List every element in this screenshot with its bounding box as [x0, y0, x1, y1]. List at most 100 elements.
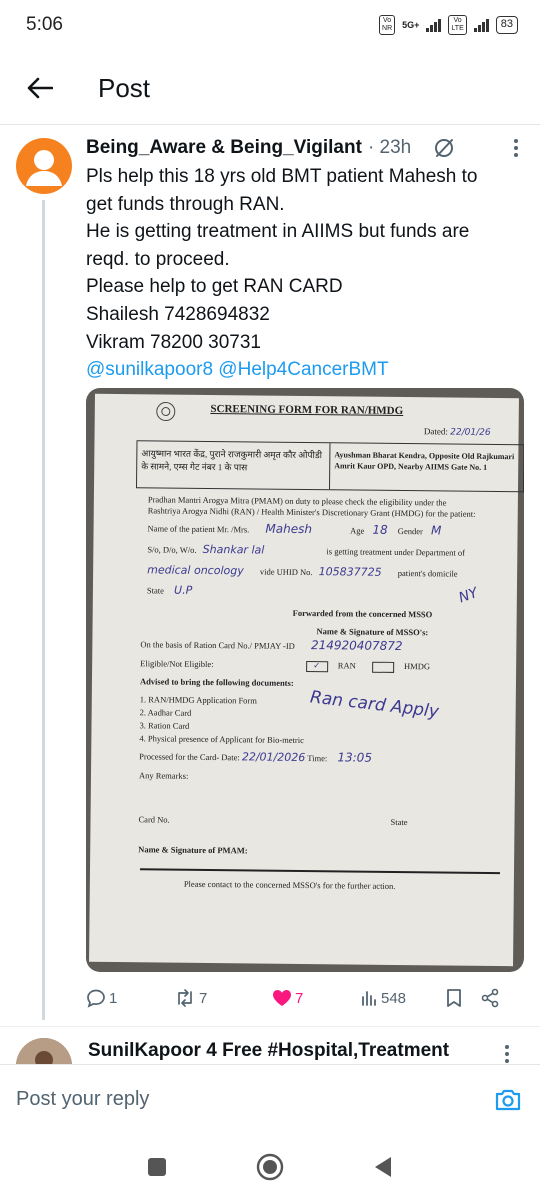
name-label: Name of the patient Mr. /Mrs. [147, 523, 250, 535]
system-back-button[interactable] [363, 1147, 403, 1187]
triangle-back-icon [375, 1156, 392, 1177]
author-avatar[interactable] [16, 138, 72, 194]
share-button[interactable] [480, 988, 504, 1008]
reply-count: 1 [109, 989, 118, 1007]
tweet-line: Please help to get RAN CARD [86, 276, 343, 298]
back-button[interactable] [20, 68, 60, 108]
domicile-label: patient's domicile [397, 567, 458, 579]
pmam-signature-label: Name & Signature of PMAM: [138, 844, 248, 856]
state-row: State U.P [146, 584, 192, 597]
tweet-age: 23h [379, 137, 412, 158]
views-count: 548 [381, 989, 407, 1007]
grok-icon[interactable] [431, 135, 457, 161]
like-button[interactable]: 7 [272, 989, 360, 1007]
department-row: medical oncology vide UHID No. 105837725… [147, 563, 458, 579]
doc-item: 1. RAN/HMDG Application Form [139, 694, 257, 706]
tweet-header: Being_Aware & Being_Vigilant · 23h [86, 135, 526, 161]
heart-icon [273, 990, 291, 1006]
circle-icon [256, 1153, 284, 1180]
retweet-count: 7 [199, 989, 208, 1007]
eligibility-row: Eligible/Not Eligible: ✓ RAN HMDG [140, 658, 430, 673]
tweet-line: get funds through RAN. [86, 193, 285, 215]
status-icons: Vo NR 5G+ Vo LTE 83 [379, 15, 518, 35]
relation-row: S/o, D/o, W/o. Shankar lal is getting tr… [147, 543, 465, 558]
reply-button[interactable]: 1 [86, 988, 174, 1008]
status-bar: 5:06 Vo NR 5G+ Vo LTE 83 [0, 0, 540, 50]
name-value: Mahesh [265, 521, 313, 537]
doc-item: 4. Physical presence of Applicant for Bi… [139, 733, 304, 746]
page-title: Post [98, 72, 151, 103]
tweet-media-image[interactable]: SCREENING FORM FOR RAN/HMDG Dated: 22/01… [86, 388, 524, 972]
reply-icon [87, 989, 105, 1008]
arrow-left-icon [27, 77, 53, 99]
top-app-bar: Post [0, 60, 540, 116]
address-box: आयुष्मान भारत केंद्र, पुराने राजकुमारी अ… [135, 440, 524, 493]
dated-label: Dated: [423, 426, 448, 437]
advised-label: Advised to bring the following documents… [139, 676, 294, 688]
state-footer-label: State [390, 816, 408, 828]
time-separator: · [367, 137, 380, 158]
ration-label: On the basis of Ration Card No./ PMJAY -… [140, 639, 295, 651]
msso-signature-label: Name & Signature of MSSO's: [316, 626, 429, 638]
bookmark-button[interactable] [446, 988, 480, 1008]
reply-input[interactable] [16, 1088, 492, 1111]
patient-name-row: Name of the patient Mr. /Mrs. Mahesh Age… [147, 521, 442, 538]
reply-divider [0, 1026, 540, 1027]
doc-item: 2. Aadhar Card [139, 707, 192, 718]
header-divider [0, 124, 540, 125]
dept-label: is getting treatment under Department of [326, 546, 466, 558]
camera-button[interactable] [492, 1084, 524, 1116]
relation-label: S/o, D/o, W/o. [147, 544, 197, 555]
screening-form-document: SCREENING FORM FOR RAN/HMDG Dated: 22/01… [89, 393, 524, 967]
age-label: Age [350, 525, 365, 536]
tweet-mentions[interactable]: @sunilkapoor8 @Help4CancerBMT [86, 356, 526, 384]
form-rule [139, 868, 500, 875]
form-footer: Please contact to the concerned MSSO's f… [183, 878, 396, 891]
square-icon [147, 1157, 166, 1176]
volte-nr-icon: Vo NR [379, 15, 396, 35]
card-no-label: Card No. [138, 814, 170, 825]
dept-value: medical oncology [147, 563, 244, 578]
ration-row: On the basis of Ration Card No./ PMJAY -… [140, 638, 402, 653]
gender-label: Gender [397, 525, 423, 537]
hmdg-label: HMDG [403, 661, 431, 672]
retweet-icon [178, 989, 192, 1007]
tweet-actions: 1 7 7 548 [86, 982, 526, 1014]
uhid-label: vide UHID No. [259, 566, 313, 578]
grok-glyph [435, 139, 454, 157]
relation-value: Shankar lal [202, 542, 265, 557]
doc-item: 3. Ration Card [139, 720, 190, 731]
like-count: 7 [295, 989, 304, 1007]
address-hindi: आयुष्मान भारत केंद्र, पुराने राजकुमारी अ… [137, 441, 331, 490]
signal-icon [426, 18, 442, 32]
forwarded-label: Forwarded from the concerned MSSO [292, 607, 433, 620]
author-name[interactable]: Being_Aware & Being_Vigilant [86, 137, 362, 159]
more-options-icon[interactable] [506, 135, 526, 161]
ration-value: 214920407872 [310, 638, 403, 654]
eligible-label: Eligible/Not Eligible: [140, 658, 214, 670]
home-button[interactable] [250, 1147, 290, 1187]
ran-label: RAN [337, 660, 356, 671]
share-icon [481, 988, 499, 1008]
ran-checkbox-icon: ✓ [305, 660, 328, 672]
camera-icon [495, 1089, 521, 1110]
processed-label: Processed for the Card- Date: [139, 751, 240, 763]
handwritten-note: Ran card Apply [309, 687, 440, 723]
default-avatar-icon [26, 150, 62, 186]
remarks-label: Any Remarks: [138, 770, 189, 781]
views-button[interactable]: 548 [360, 989, 446, 1007]
reply-author-name[interactable]: SunilKapoor 4 Free #Hospital,Treatment [88, 1040, 449, 1062]
recents-button[interactable] [137, 1147, 177, 1187]
gender-value: M [430, 523, 442, 538]
form-intro: Pradhan Mantri Arogya Mitra (PMAM) on du… [147, 494, 476, 519]
state-label: State [146, 585, 164, 596]
address-english: Ayushman Bharat Kendra, Opposite Old Raj… [334, 450, 515, 472]
processed-date: 22/01/2026 [241, 750, 306, 765]
tweet-text: Pls help this 18 yrs old BMT patient Mah… [86, 163, 526, 384]
retweet-button[interactable]: 7 [174, 988, 272, 1008]
volte-lte-icon: Vo LTE [448, 15, 467, 35]
signal-icon-2 [473, 18, 489, 32]
time-value: 13:05 [337, 750, 373, 765]
tweet-line: Shailesh 7428694832 [86, 303, 270, 325]
form-dated: Dated: 22/01/26 [424, 426, 491, 438]
